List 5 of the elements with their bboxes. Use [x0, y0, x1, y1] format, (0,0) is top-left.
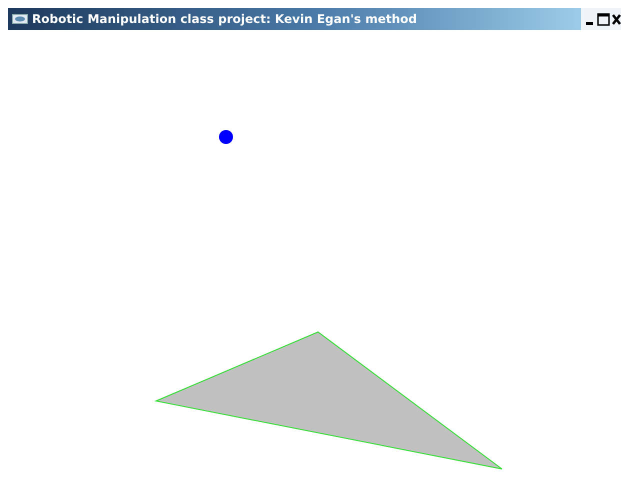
- window-title: Robotic Manipulation class project: Kevin Egan's method: [32, 11, 417, 28]
- point-marker: [219, 130, 233, 144]
- maximize-icon[interactable]: [597, 12, 610, 26]
- app-icon: [12, 14, 28, 24]
- close-icon[interactable]: [612, 13, 621, 25]
